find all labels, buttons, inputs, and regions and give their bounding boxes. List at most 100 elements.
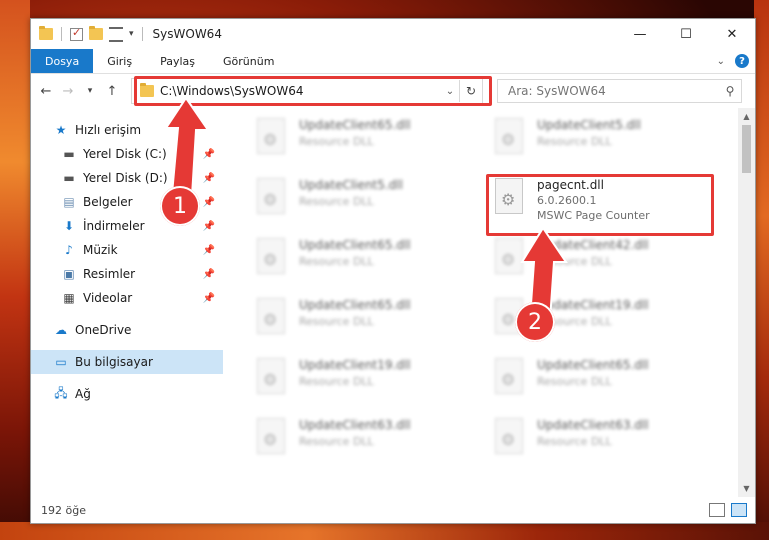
- pin-icon[interactable]: 📌: [203, 293, 215, 304]
- tab-file[interactable]: Dosya: [31, 49, 94, 73]
- maximize-button[interactable]: ☐: [663, 19, 709, 49]
- file-description: Resource DLL: [299, 255, 374, 268]
- tab-view[interactable]: Görünüm: [209, 49, 288, 73]
- recent-locations-icon[interactable]: ▾: [81, 81, 99, 101]
- pin-icon[interactable]: 📌: [203, 221, 215, 232]
- ribbon-right: ⌄ ?: [717, 49, 755, 73]
- file-item[interactable]: ⚙ UpdateClient65.dll Resource DLL: [253, 112, 491, 172]
- file-name: UpdateClient5.dll: [537, 118, 641, 132]
- address-path[interactable]: C:\Windows\SysWOW64: [160, 84, 441, 98]
- file-description: MSWC Page Counter: [537, 209, 650, 222]
- file-item[interactable]: ⚙ UpdateClient63.dll Resource DLL: [253, 412, 491, 472]
- dll-file-icon: ⚙: [491, 238, 527, 278]
- sidebar-item-music[interactable]: ♪ Müzik 📌: [31, 238, 223, 262]
- scroll-down-icon[interactable]: ▼: [738, 480, 755, 497]
- file-item-pagecnt[interactable]: ⚙ pagecnt.dll 6.0.2600.1 MSWC Page Count…: [491, 172, 729, 232]
- pin-icon[interactable]: 📌: [203, 269, 215, 280]
- ribbon-tabs: Dosya Giriş Paylaş Görünüm ⌄ ?: [31, 49, 755, 74]
- close-button[interactable]: ✕: [709, 19, 755, 49]
- file-description: Resource DLL: [299, 435, 374, 448]
- sidebar-item-label: Bu bilgisayar: [75, 355, 153, 369]
- file-item[interactable]: ⚙ UpdateClient5.dll Resource DLL: [253, 172, 491, 232]
- address-dropdown-icon[interactable]: ⌄: [441, 86, 459, 97]
- file-name: UpdateClient5.dll: [299, 178, 403, 192]
- pin-icon[interactable]: 📌: [203, 245, 215, 256]
- help-icon[interactable]: ?: [735, 54, 749, 68]
- explorer-window: ▾ SysWOW64 — ☐ ✕ Dosya Giriş Paylaş Görü…: [30, 18, 756, 524]
- pin-icon[interactable]: 📌: [203, 149, 215, 160]
- file-item[interactable]: ⚙ UpdateClient19.dll Resource DLL: [253, 352, 491, 412]
- scroll-up-icon[interactable]: ▲: [738, 108, 755, 125]
- tab-share[interactable]: Paylaş: [146, 49, 209, 73]
- dll-file-icon: ⚙: [491, 358, 527, 398]
- tiles-view-icon[interactable]: [731, 503, 747, 517]
- sidebar-item-label: Videolar: [83, 291, 133, 305]
- file-item[interactable]: ⚙ UpdateClient42.dll Resource DLL: [491, 232, 729, 292]
- step-1-badge: 1: [160, 186, 200, 226]
- desktop-wallpaper-right: [754, 0, 769, 540]
- sidebar-item-label: Resimler: [83, 267, 136, 281]
- sidebar-item-onedrive[interactable]: ☁ OneDrive: [31, 318, 223, 342]
- new-folder-icon[interactable]: [89, 26, 103, 40]
- sidebar-item-drive-d[interactable]: ▬ Yerel Disk (D:) 📌: [31, 166, 223, 190]
- file-name: UpdateClient42.dll: [537, 238, 649, 252]
- sidebar-item-label: Hızlı erişim: [75, 123, 142, 137]
- sidebar-item-network[interactable]: 🖧 Ağ: [31, 382, 223, 406]
- file-name: UpdateClient65.dll: [299, 238, 411, 252]
- back-button[interactable]: ←: [37, 81, 55, 101]
- properties-check-icon[interactable]: [70, 26, 83, 41]
- navigation-pane: ★ Hızlı erişim ▬ Yerel Disk (C:) 📌 ▬ Yer…: [31, 108, 223, 497]
- scroll-thumb[interactable]: [742, 125, 751, 173]
- dll-file-icon: ⚙: [253, 298, 289, 338]
- minimize-button[interactable]: —: [617, 19, 663, 49]
- file-item[interactable]: ⚙ UpdateClient63.dll Resource DLL: [491, 412, 729, 472]
- sidebar-item-label: Belgeler: [83, 195, 133, 209]
- tab-home[interactable]: Giriş: [93, 49, 146, 73]
- search-icon[interactable]: ⚲: [719, 84, 741, 98]
- computer-icon: ▭: [55, 355, 67, 369]
- main-content: ★ Hızlı erişim ▬ Yerel Disk (C:) 📌 ▬ Yer…: [31, 108, 755, 497]
- pin-icon[interactable]: 📌: [203, 197, 215, 208]
- separator: [61, 27, 62, 41]
- address-bar[interactable]: C:\Windows\SysWOW64 ⌄ ↻: [131, 78, 483, 104]
- file-description: Resource DLL: [537, 435, 612, 448]
- file-name: UpdateClient65.dll: [537, 358, 649, 372]
- sidebar-item-this-pc[interactable]: ▭ Bu bilgisayar: [31, 350, 223, 374]
- sidebar-item-drive-c[interactable]: ▬ Yerel Disk (C:) 📌: [31, 142, 223, 166]
- sidebar-item-label: Müzik: [83, 243, 118, 257]
- sidebar-item-pictures[interactable]: ▣ Resimler 📌: [31, 262, 223, 286]
- dll-file-icon: ⚙: [491, 418, 527, 458]
- up-button[interactable]: ↑: [103, 81, 121, 101]
- file-name: UpdateClient19.dll: [299, 358, 411, 372]
- drive-icon: ▬: [63, 171, 75, 185]
- documents-icon: ▤: [63, 195, 75, 209]
- sidebar-item-quick-access[interactable]: ★ Hızlı erişim: [31, 118, 223, 142]
- sidebar-item-videos[interactable]: ▦ Videolar 📌: [31, 286, 223, 310]
- expand-ribbon-icon[interactable]: ⌄: [717, 56, 725, 67]
- file-item[interactable]: ⚙ UpdateClient65.dll Resource DLL: [253, 292, 491, 352]
- sidebar-item-label: Yerel Disk (D:): [83, 171, 168, 185]
- forward-button[interactable]: →: [59, 81, 77, 101]
- customize-toolbar-icon[interactable]: [109, 26, 123, 42]
- refresh-icon[interactable]: ↻: [459, 80, 482, 102]
- vertical-scrollbar[interactable]: ▲ ▼: [738, 108, 755, 497]
- file-description: Resource DLL: [299, 315, 374, 328]
- file-name: UpdateClient19.dll: [537, 298, 649, 312]
- step-2-badge: 2: [515, 302, 555, 342]
- file-item[interactable]: ⚙ UpdateClient5.dll Resource DLL: [491, 112, 729, 172]
- dll-file-icon: ⚙: [253, 178, 289, 218]
- file-item[interactable]: ⚙ UpdateClient65.dll Resource DLL: [253, 232, 491, 292]
- pin-icon[interactable]: 📌: [203, 173, 215, 184]
- search-input[interactable]: [498, 83, 719, 99]
- pictures-icon: ▣: [63, 267, 75, 281]
- search-box[interactable]: ⚲: [497, 79, 742, 103]
- desktop-wallpaper-left: [0, 0, 30, 540]
- file-item[interactable]: ⚙ UpdateClient65.dll Resource DLL: [491, 352, 729, 412]
- video-icon: ▦: [63, 291, 75, 305]
- sidebar-item-label: İndirmeler: [83, 219, 145, 233]
- navigation-bar: ← → ▾ ↑ C:\Windows\SysWOW64 ⌄ ↻ ⚲: [31, 74, 755, 108]
- details-view-icon[interactable]: [709, 503, 725, 517]
- chevron-down-icon[interactable]: ▾: [129, 29, 134, 39]
